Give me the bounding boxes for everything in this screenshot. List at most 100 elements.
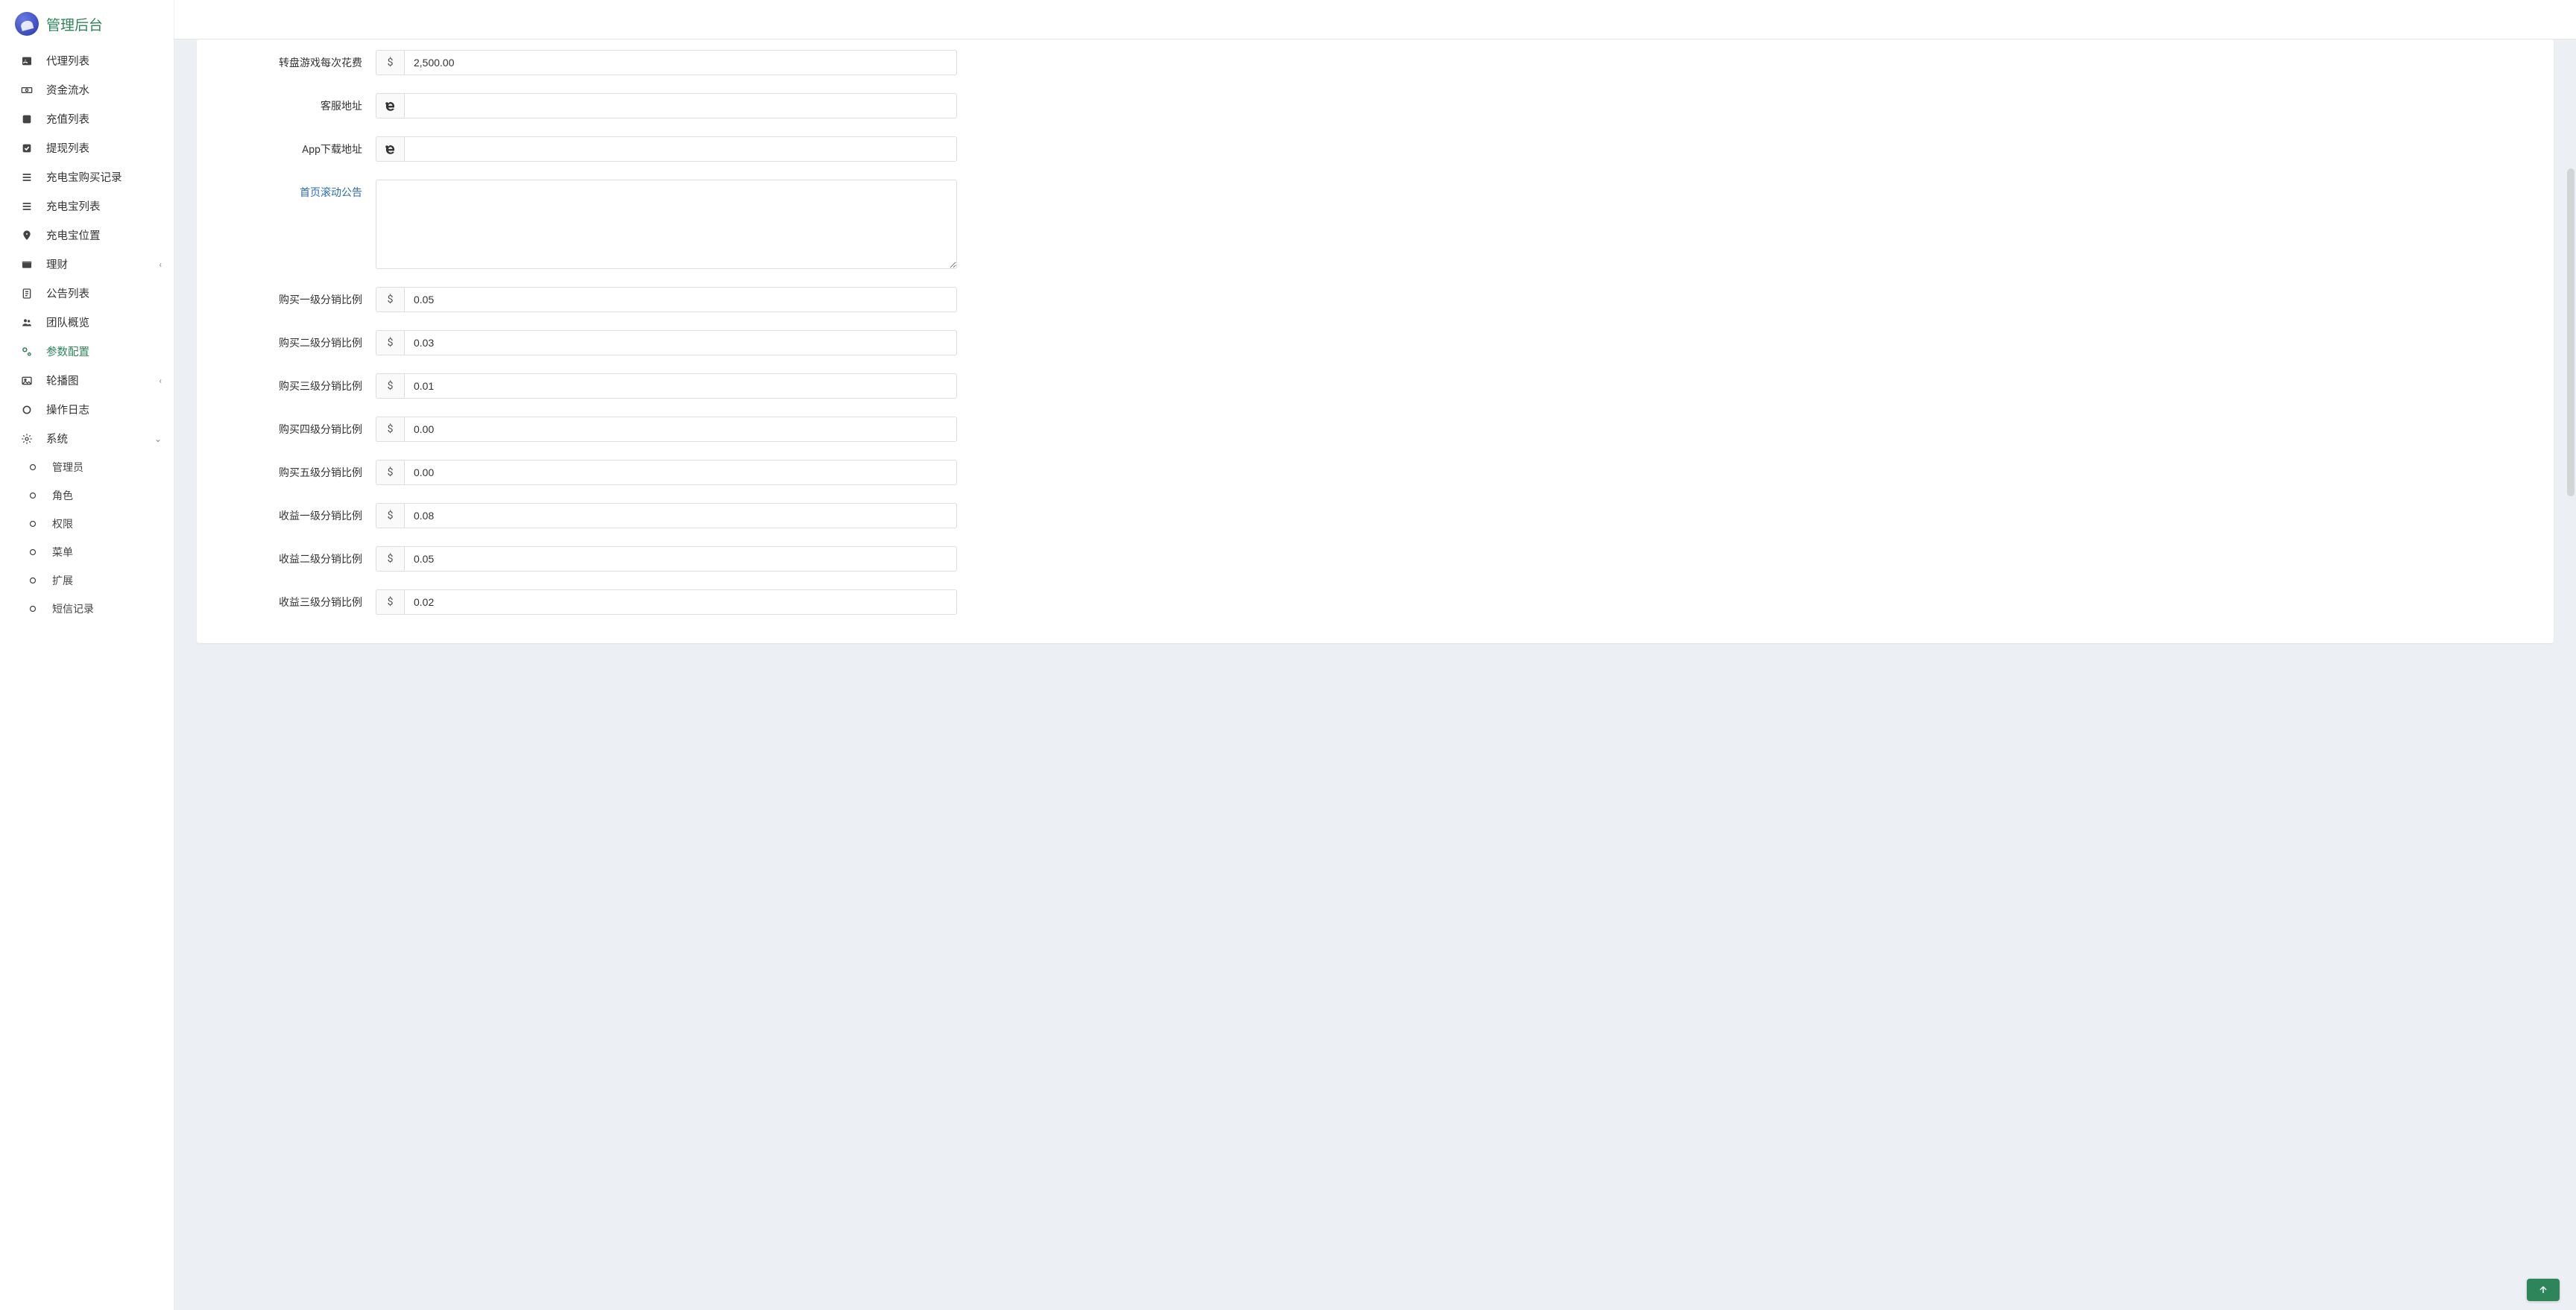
sidebar-subitem-5[interactable]: 短信记录	[0, 595, 174, 623]
sidebar-subitem-4[interactable]: 扩展	[0, 566, 174, 595]
sidebar-subitem-2[interactable]: 权限	[0, 510, 174, 538]
ie-icon	[385, 101, 396, 112]
input-buy_lv2[interactable]	[404, 330, 957, 355]
dollar-prefix: $	[376, 330, 404, 355]
sidebar-item-label: 资金流水	[46, 82, 89, 98]
form-label-buy_lv3: 购买三级分销比例	[227, 373, 376, 393]
notice-icon	[19, 288, 34, 300]
circle-icon	[25, 463, 40, 472]
input-group-profit_lv2: $	[376, 546, 957, 572]
dollar-prefix: $	[376, 417, 404, 442]
input-buy_lv5[interactable]	[404, 460, 957, 485]
circle-icon	[25, 576, 40, 585]
input-profit_lv2[interactable]	[404, 546, 957, 572]
input-profit_lv1[interactable]	[404, 503, 957, 528]
sidebar-item-label: 团队概览	[46, 314, 89, 330]
list-icon	[19, 171, 34, 183]
sidebar-item-4[interactable]: 充电宝购买记录	[0, 162, 174, 192]
sidebar-item-11[interactable]: 轮播图‹	[0, 366, 174, 395]
form-label-app_url: App下载地址	[227, 136, 376, 156]
scroll-to-top-button[interactable]	[2527, 1279, 2560, 1301]
sidebar-item-label: 代理列表	[46, 53, 89, 69]
brand-logo	[15, 12, 39, 36]
sidebar-subitem-label: 权限	[52, 516, 73, 531]
sidebar-subitem-1[interactable]: 角色	[0, 481, 174, 510]
input-app_url[interactable]	[404, 136, 957, 162]
sidebar-item-5[interactable]: 充电宝列表	[0, 192, 174, 221]
dollar-prefix: $	[376, 503, 404, 528]
sidebar-subitem-label: 管理员	[52, 460, 83, 475]
input-spin_cost[interactable]	[404, 50, 957, 75]
circle-icon	[25, 604, 40, 613]
sidebar-subitem-label: 短信记录	[52, 601, 94, 616]
ie-icon	[385, 144, 396, 155]
dollar-prefix: $	[376, 50, 404, 75]
input-group-app_url	[376, 136, 957, 162]
dollar-prefix: $	[376, 589, 404, 615]
sidebar-item-7[interactable]: 理财 ‹	[0, 250, 174, 279]
input-cs_url[interactable]	[404, 93, 957, 118]
ie-prefix	[376, 93, 404, 118]
sidebar-item-6[interactable]: 充电宝位置	[0, 221, 174, 250]
form-label-profit_lv2: 收益二级分销比例	[227, 546, 376, 566]
sidebar-item-label: 理财	[46, 256, 68, 272]
sidebar-item-label: 充值列表	[46, 111, 89, 127]
form-label-buy_lv4: 购买四级分销比例	[227, 417, 376, 437]
arrow-up-icon	[2538, 1285, 2548, 1295]
location-icon	[19, 230, 34, 241]
sidebar-subitem-label: 角色	[52, 488, 73, 503]
sidebar-menu: 代理列表资金流水 A 充值列表提现列表充电宝购买记录充电宝列表充电宝位置理财 ‹ 公告列…	[0, 46, 174, 623]
form-row-profit_lv1: 收益一级分销比例$	[227, 503, 2524, 528]
sidebar-item-label: 充电宝位置	[46, 227, 101, 243]
sidebar-item-9[interactable]: 团队概览	[0, 308, 174, 337]
form-row-buy_lv3: 购买三级分销比例$	[227, 373, 2524, 399]
form-row-app_url: App下载地址	[227, 136, 2524, 162]
brand-title: 管理后台	[46, 14, 103, 34]
input-group-buy_lv3: $	[376, 373, 957, 399]
sidebar-item-12[interactable]: 操作日志	[0, 395, 174, 424]
textarea-home_notice[interactable]	[376, 180, 957, 269]
circle-icon	[25, 519, 40, 528]
sidebar-item-label: 提现列表	[46, 140, 89, 156]
sidebar-subitem-0[interactable]: 管理员	[0, 453, 174, 481]
image-icon	[19, 375, 34, 387]
form-row-cs_url: 客服地址	[227, 93, 2524, 118]
sidebar-submenu-system: 管理员角色权限菜单扩展短信记录	[0, 453, 174, 623]
input-buy_lv1[interactable]	[404, 287, 957, 312]
wallet-icon	[19, 259, 34, 270]
brand: 管理后台	[0, 0, 174, 46]
input-profit_lv3[interactable]	[404, 589, 957, 615]
sidebar-item-13[interactable]: 系统⌄	[0, 424, 174, 453]
form-row-buy_lv5: 购买五级分销比例$	[227, 460, 2524, 485]
input-group-profit_lv1: $	[376, 503, 957, 528]
sidebar-item-10[interactable]: 参数配置	[0, 337, 174, 366]
topbar	[174, 0, 2576, 39]
input-group-buy_lv2: $	[376, 330, 957, 355]
dollar-prefix: $	[376, 287, 404, 312]
chevron-left-icon: ‹	[159, 259, 162, 270]
withdraw-icon	[19, 142, 34, 154]
sidebar-item-2[interactable]: A 充值列表	[0, 104, 174, 133]
chevron-left-icon: ‹	[159, 376, 162, 386]
sidebar-item-0[interactable]: 代理列表	[0, 46, 174, 75]
svg-text:A: A	[25, 116, 29, 122]
circle-icon	[19, 404, 34, 416]
input-buy_lv4[interactable]	[404, 417, 957, 442]
form-label-profit_lv3: 收益三级分销比例	[227, 589, 376, 610]
sidebar-subitem-3[interactable]: 菜单	[0, 538, 174, 566]
form-row-profit_lv2: 收益二级分销比例$	[227, 546, 2524, 572]
input-group-profit_lv3: $	[376, 589, 957, 615]
sidebar-item-1[interactable]: 资金流水	[0, 75, 174, 104]
circle-icon	[25, 491, 40, 500]
input-buy_lv3[interactable]	[404, 373, 957, 399]
sidebar-subitem-label: 菜单	[52, 545, 73, 560]
sidebar-item-3[interactable]: 提现列表	[0, 133, 174, 162]
dollar-prefix: $	[376, 546, 404, 572]
sidebar-item-label: 充电宝列表	[46, 198, 101, 214]
ie-prefix	[376, 136, 404, 162]
sidebar-item-8[interactable]: 公告列表	[0, 279, 174, 308]
team-icon	[19, 317, 34, 329]
scrollbar-thumb[interactable]	[2567, 168, 2575, 496]
input-group-cs_url	[376, 93, 957, 118]
sidebar-item-label: 公告列表	[46, 285, 89, 301]
